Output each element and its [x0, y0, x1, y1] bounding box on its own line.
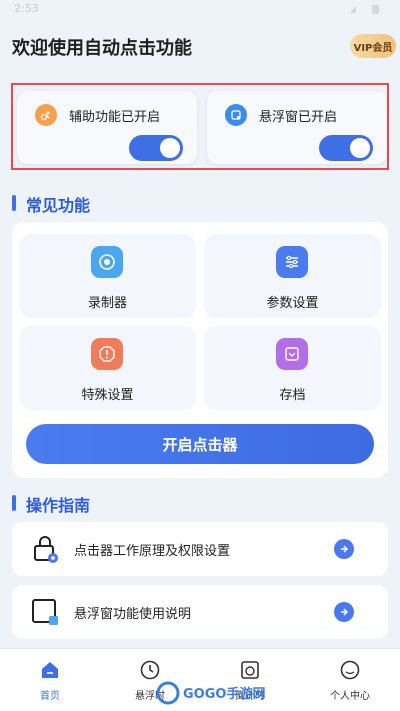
feature-parameter-settings[interactable]: 参数设置: [204, 234, 381, 318]
arrow-right-icon[interactable]: [334, 539, 354, 559]
arrow-right-icon[interactable]: [334, 602, 354, 622]
toggle-knob: [350, 138, 370, 158]
profile-icon: [340, 660, 360, 680]
floating-window-toggle[interactable]: [319, 135, 373, 161]
common-features-panel: 录制器 参数设置 特殊设置 存档 开启点击器: [12, 222, 388, 478]
status-bar: 2:53: [0, 0, 400, 18]
lock-settings-icon: [34, 536, 58, 563]
timer-icon: [241, 661, 259, 679]
accessibility-icon: [35, 104, 57, 126]
feature-special-settings[interactable]: 特殊设置: [19, 326, 196, 410]
guide-item-label: 点击器工作原理及权限设置: [74, 544, 231, 559]
nav-home[interactable]: 首页: [0, 659, 100, 709]
nav-home-label: 首页: [40, 691, 60, 702]
sliders-icon: [276, 246, 308, 278]
signal-battery-icon: [350, 5, 379, 14]
guide-item-clicker-principles[interactable]: 点击器工作原理及权限设置: [12, 522, 388, 576]
guide-item-floating-window-instructions[interactable]: 悬浮窗功能使用说明: [12, 585, 388, 639]
permission-status-highlight: 辅助功能已开启 悬浮窗已开启: [11, 83, 389, 170]
floating-window-status-card: 悬浮窗已开启: [207, 91, 387, 164]
feature-recorder[interactable]: 录制器: [19, 234, 196, 318]
warning-icon: [91, 338, 123, 370]
home-icon: [42, 662, 58, 678]
gogo-watermark-logo: GOGO手游网: [156, 681, 265, 705]
start-clicker-button[interactable]: 开启点击器: [26, 424, 374, 464]
accessibility-status-label: 辅助功能已开启: [69, 110, 161, 125]
page-title: 欢迎使用自动点击功能: [12, 38, 192, 59]
feature-archive-label: 存档: [279, 388, 306, 403]
floating-window-icon: [225, 104, 247, 126]
feature-recorder-label: 录制器: [87, 296, 127, 311]
guide-title: 操作指南: [12, 492, 90, 516]
accessibility-status-card: 辅助功能已开启: [17, 91, 197, 164]
feature-archive[interactable]: 存档: [204, 326, 381, 410]
nav-profile[interactable]: 个人中心: [300, 659, 400, 709]
toggle-knob: [160, 138, 180, 158]
guide-item-label: 悬浮窗功能使用说明: [74, 607, 192, 622]
common-features-title: 常见功能: [12, 192, 90, 216]
svg-text:GOGO手游网: GOGO手游网: [183, 686, 265, 702]
record-icon: [91, 246, 123, 278]
archive-icon: [276, 338, 308, 370]
floating-window-guide-icon: [32, 599, 58, 625]
header: 欢迎使用自动点击功能 VIP会员: [0, 20, 400, 70]
vip-badge-button[interactable]: VIP会员: [350, 34, 396, 58]
clock-icon: [140, 660, 160, 680]
floating-window-status-label: 悬浮窗已开启: [259, 110, 338, 125]
status-time: 2:53: [14, 2, 39, 15]
feature-parameter-settings-label: 参数设置: [266, 296, 319, 311]
feature-special-settings-label: 特殊设置: [81, 388, 134, 403]
accessibility-toggle[interactable]: [129, 135, 183, 161]
nav-profile-label: 个人中心: [330, 691, 370, 702]
